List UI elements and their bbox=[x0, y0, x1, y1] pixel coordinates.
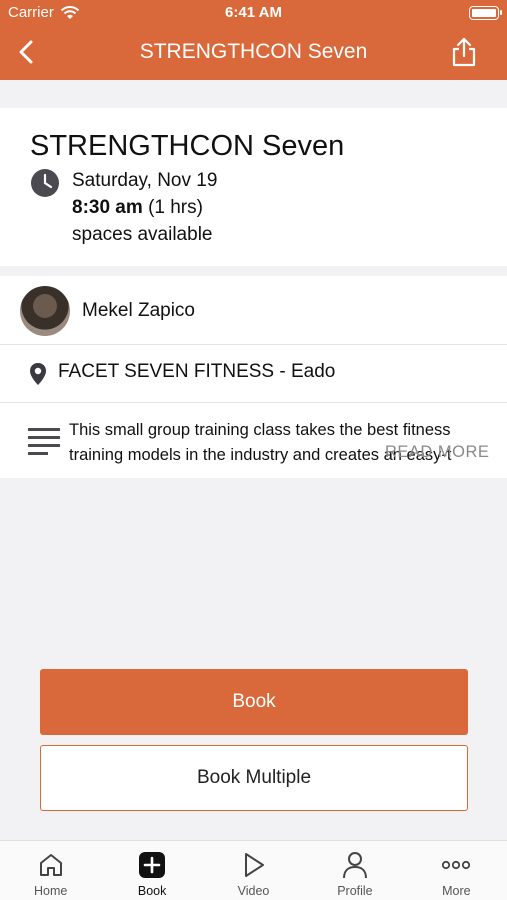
play-icon bbox=[244, 853, 264, 877]
share-button[interactable] bbox=[449, 36, 479, 68]
status-time: 6:41 AM bbox=[225, 4, 282, 21]
tab-book-label: Book bbox=[137, 884, 167, 898]
person-icon bbox=[342, 852, 367, 879]
instructor-name: Mekel Zapico bbox=[82, 300, 195, 321]
read-more-link[interactable]: READ MORE bbox=[385, 443, 489, 462]
share-icon bbox=[452, 37, 476, 67]
description-row: This small group training class takes th… bbox=[0, 403, 507, 478]
class-info-card: Mekel Zapico FACET SEVEN FITNESS - Eado … bbox=[0, 276, 507, 478]
class-header-card: STRENGTHCON Seven Saturday, Nov 19 8:30 … bbox=[0, 108, 507, 266]
class-duration: (1 hrs) bbox=[148, 197, 203, 218]
clock-icon bbox=[31, 169, 59, 197]
class-time-row: 8:30 am (1 hrs) bbox=[72, 197, 203, 219]
book-button[interactable]: Book bbox=[40, 669, 468, 735]
tab-more[interactable]: More bbox=[406, 841, 507, 900]
nav-title: STRENGTHCON Seven bbox=[139, 40, 368, 63]
class-time: 8:30 am bbox=[72, 197, 143, 218]
nav-bar: STRENGTHCON Seven bbox=[0, 26, 507, 80]
location-pin-icon bbox=[30, 363, 46, 385]
location-row[interactable]: FACET SEVEN FITNESS - Eado bbox=[0, 345, 507, 403]
class-date: Saturday, Nov 19 bbox=[72, 170, 218, 191]
back-button[interactable] bbox=[12, 38, 40, 66]
tab-video[interactable]: Video bbox=[203, 841, 304, 900]
plus-square-icon bbox=[139, 852, 166, 878]
tab-bar: Home Book Video Profile More bbox=[0, 840, 507, 900]
book-multiple-button[interactable]: Book Multiple bbox=[40, 745, 468, 811]
home-icon bbox=[39, 854, 62, 876]
class-spaces: spaces available bbox=[72, 224, 213, 245]
status-bar: Carrier 6:41 AM bbox=[0, 0, 507, 26]
tab-book[interactable]: Book bbox=[101, 841, 202, 900]
class-title: STRENGTHCON Seven bbox=[30, 130, 345, 162]
tab-more-label: More bbox=[442, 884, 471, 898]
chevron-left-icon bbox=[19, 40, 33, 64]
location-name: FACET SEVEN FITNESS - Eado bbox=[58, 361, 336, 382]
battery-icon bbox=[469, 6, 502, 20]
tab-profile-label: Profile bbox=[337, 884, 373, 898]
avatar bbox=[20, 286, 70, 336]
more-icon bbox=[442, 860, 471, 870]
tab-home-label: Home bbox=[34, 884, 68, 898]
description-lines-icon bbox=[28, 428, 60, 455]
tab-profile[interactable]: Profile bbox=[304, 841, 405, 900]
instructor-row[interactable]: Mekel Zapico bbox=[0, 276, 507, 345]
tab-video-label: Video bbox=[237, 884, 270, 898]
tab-home[interactable]: Home bbox=[0, 841, 101, 900]
